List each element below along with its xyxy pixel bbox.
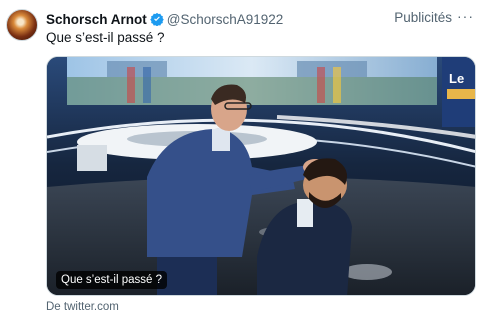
verified-badge-icon xyxy=(149,12,164,26)
promoted-label: Publicités xyxy=(394,10,452,25)
tweet-text: Que s’est-il passé ? xyxy=(46,30,165,45)
author-name[interactable]: Schorsch Arnot xyxy=(46,12,147,27)
author-handle[interactable]: @SchorschA91922 xyxy=(167,12,284,27)
author-avatar[interactable] xyxy=(6,9,38,41)
tweet-video[interactable]: Le xyxy=(46,56,476,296)
link-source[interactable]: De twitter.com xyxy=(46,301,119,313)
tweet-header: Schorsch Arnot @SchorschA91922 Publicité… xyxy=(46,8,476,28)
more-options-icon[interactable]: ··· xyxy=(457,8,474,24)
video-frame: Le xyxy=(47,57,475,295)
video-caption-button[interactable]: Que s’est-il passé ? xyxy=(56,271,167,289)
video-corner-text: Le xyxy=(449,71,464,86)
